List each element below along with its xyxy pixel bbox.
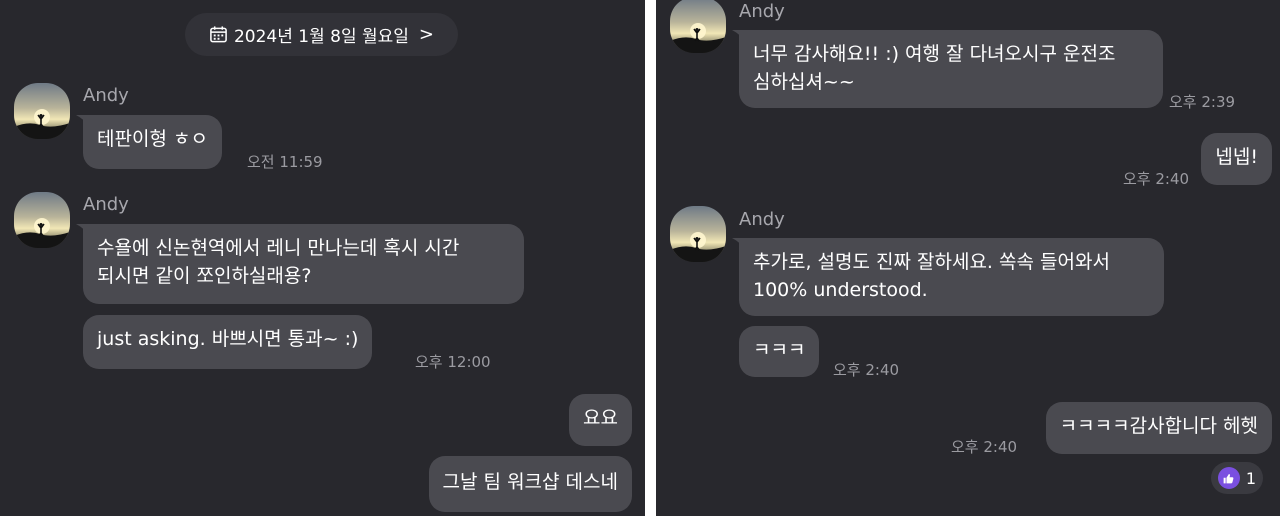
chat-panel-right: Andy 너무 감사해요!! :) 여행 잘 다녀오시구 운전조 심하십셔~~ … bbox=[656, 0, 1280, 516]
sender-name[interactable]: Andy bbox=[739, 209, 785, 230]
message-text: 넵넵! bbox=[1215, 146, 1258, 168]
message-bubble[interactable]: ㅋㅋㅋ bbox=[739, 326, 820, 377]
message-text-line: 되시면 같이 쪼인하실래용? bbox=[97, 265, 312, 287]
message-text: 요요 bbox=[583, 407, 618, 429]
sender-name[interactable]: Andy bbox=[739, 1, 785, 22]
message-bubble[interactable]: 수욜에 신논현역에서 레니 만나는데 혹시 시간 되시면 같이 쪼인하실래용? bbox=[83, 224, 524, 304]
reaction-badge[interactable]: 1 bbox=[1211, 462, 1263, 494]
avatar[interactable] bbox=[14, 192, 70, 248]
message-time: 오후 2:40 bbox=[1123, 170, 1190, 188]
message-text: just asking. 바쁘시면 통과~ :) bbox=[97, 328, 359, 350]
date-label: 2024년 1월 8일 월요일 bbox=[233, 27, 409, 47]
sender-name[interactable]: Andy bbox=[83, 194, 129, 215]
message-text-line: 너무 감사해요!! :) 여행 잘 다녀오시구 운전조 bbox=[753, 43, 1116, 65]
message-text-line: 심하십셔~~ bbox=[753, 71, 855, 93]
chevron-right-icon: > bbox=[418, 24, 435, 45]
outgoing-message-bubble[interactable]: 넵넵! bbox=[1201, 133, 1272, 185]
chat-panel-left: 2024년 1월 8일 월요일 > Andy 테판이형 ㅎㅇ 오전 11:59 … bbox=[0, 0, 645, 516]
calendar-icon bbox=[210, 26, 227, 43]
sender-name[interactable]: Andy bbox=[83, 85, 129, 106]
message-text: 그날 팀 워크샵 데스네 bbox=[442, 471, 618, 493]
message-bubble[interactable]: just asking. 바쁘시면 통과~ :) bbox=[83, 315, 373, 369]
thumbs-up-icon bbox=[1217, 467, 1240, 489]
message-text: 테판이형 ㅎㅇ bbox=[97, 128, 208, 150]
message-bubble[interactable]: 테판이형 ㅎㅇ bbox=[83, 115, 222, 169]
message-time: 오전 11:59 bbox=[247, 153, 323, 171]
message-time: 오후 2:39 bbox=[1169, 93, 1236, 111]
avatar[interactable] bbox=[14, 83, 70, 139]
outgoing-message-bubble[interactable]: ㅋㅋㅋㅋ감사합니다 헤헷 bbox=[1045, 402, 1272, 454]
date-divider[interactable]: 2024년 1월 8일 월요일 > bbox=[185, 13, 458, 56]
avatar[interactable] bbox=[670, 206, 726, 262]
message-bubble[interactable]: 너무 감사해요!! :) 여행 잘 다녀오시구 운전조 심하십셔~~ bbox=[739, 30, 1163, 108]
message-text: ㅋㅋㅋ bbox=[753, 339, 806, 361]
message-text-line: 추가로, 설명도 진짜 잘하세요. 쏙속 들어와서 bbox=[753, 251, 1110, 273]
reaction-count: 1 bbox=[1245, 468, 1257, 488]
message-text-line: 100% understood. bbox=[753, 279, 928, 301]
message-time: 오후 12:00 bbox=[415, 353, 491, 371]
message-text-line: 수욜에 신논현역에서 레니 만나는데 혹시 시간 bbox=[97, 237, 460, 259]
avatar[interactable] bbox=[670, 0, 726, 53]
outgoing-message-bubble[interactable]: 그날 팀 워크샵 데스네 bbox=[428, 456, 632, 512]
message-time: 오후 2:40 bbox=[951, 438, 1018, 456]
message-bubble[interactable]: 추가로, 설명도 진짜 잘하세요. 쏙속 들어와서 100% understoo… bbox=[739, 238, 1164, 316]
message-time: 오후 2:40 bbox=[833, 361, 900, 379]
message-text: ㅋㅋㅋㅋ감사합니다 헤헷 bbox=[1059, 415, 1258, 437]
outgoing-message-bubble[interactable]: 요요 bbox=[569, 394, 632, 446]
